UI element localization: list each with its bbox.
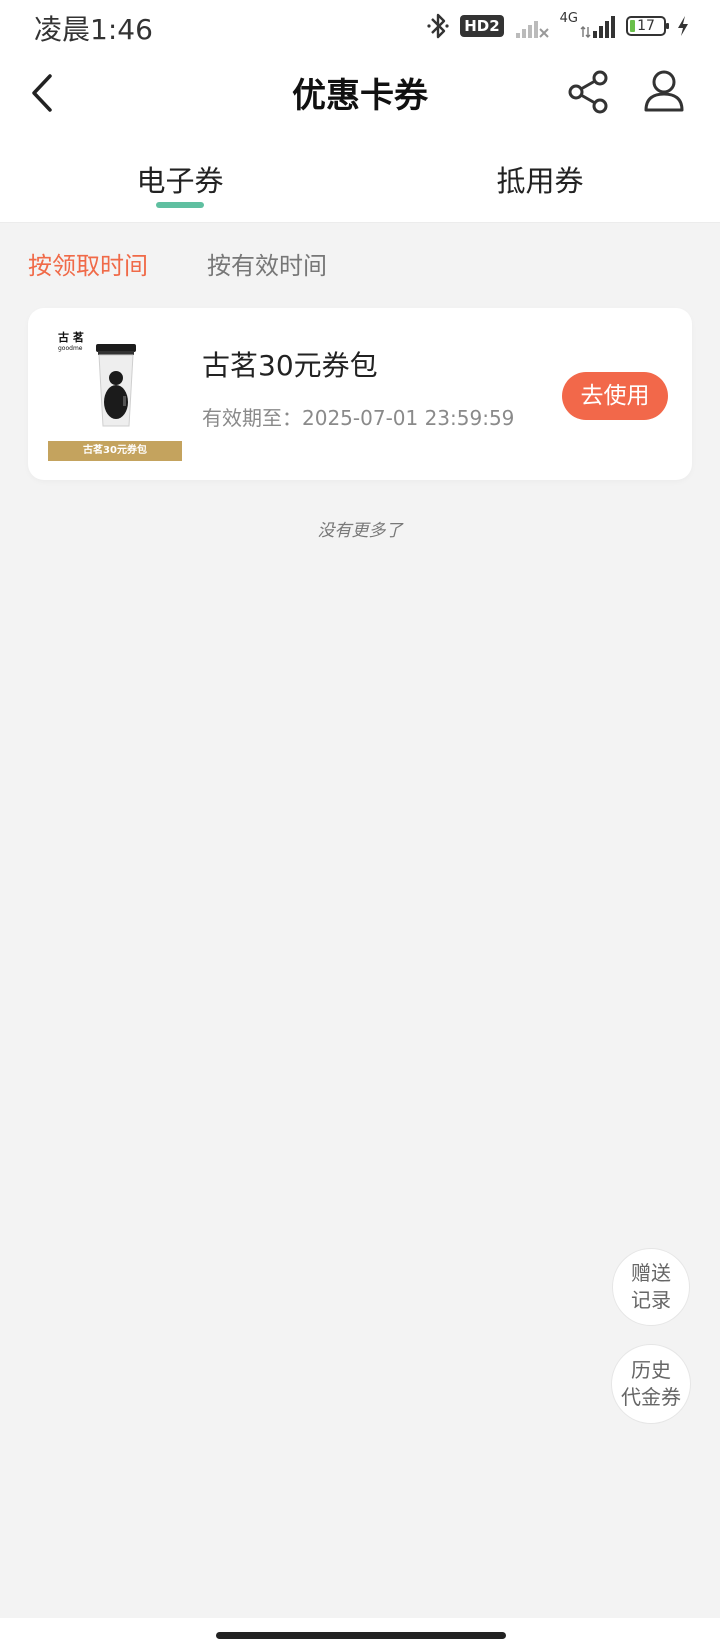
status-icons: HD2 4G 17: [426, 10, 690, 42]
home-indicator[interactable]: [216, 1632, 506, 1639]
network-type: 4G: [559, 10, 578, 26]
tea-cup-image: [96, 344, 136, 427]
battery-icon: 17: [626, 16, 669, 36]
gift-record-line1: 赠送: [631, 1261, 671, 1285]
share-icon[interactable]: [564, 68, 612, 116]
page-title: 优惠卡券: [292, 76, 428, 116]
tab-e-coupon[interactable]: 电子券: [80, 158, 280, 200]
user-icon[interactable]: [640, 66, 688, 116]
thumb-brand-logo: 古 茗: [58, 331, 84, 344]
bottom-gesture-bar: [0, 1618, 720, 1650]
coupon-card[interactable]: 古 茗 goodme 古茗30元券包 古茗30元券包 有效期至：2025-07-…: [28, 308, 692, 480]
coupon-title: 古茗30元券包: [202, 349, 378, 382]
history-voucher-button[interactable]: 历史 代金券: [611, 1344, 691, 1424]
gift-record-line2: 记录: [631, 1288, 671, 1312]
status-bar: 凌晨1:46 HD2 4G 17: [0, 0, 720, 52]
charging-icon: [678, 16, 688, 36]
active-tab-indicator: [156, 202, 204, 208]
hd-badge: HD2: [460, 15, 504, 37]
history-voucher-line2: 代金券: [621, 1385, 681, 1409]
history-voucher-line1: 历史: [631, 1358, 671, 1382]
header: 优惠卡券: [0, 52, 720, 148]
signal-icon-sim1: [515, 21, 549, 38]
use-coupon-button[interactable]: 去使用: [562, 372, 668, 420]
status-time: 凌晨1:46: [34, 13, 153, 46]
sort-by-valid-time[interactable]: 按有效时间: [207, 246, 327, 281]
thumb-brand-en: goodme: [58, 345, 83, 352]
gift-record-button[interactable]: 赠送 记录: [612, 1248, 690, 1326]
battery-level: [630, 20, 635, 32]
coupon-expiry: 有效期至：2025-07-01 23:59:59: [202, 406, 515, 430]
bluetooth-icon: [427, 13, 449, 39]
battery-percent: 17: [637, 18, 655, 34]
signal-icon: [580, 16, 615, 38]
list-end-text: 没有更多了: [317, 521, 403, 541]
coupon-tabs: 电子券 抵用券: [0, 148, 720, 223]
thumb-banner: 古茗30元券包: [48, 441, 182, 461]
sort-bar: 按领取时间 按有效时间: [0, 222, 720, 302]
coupon-thumbnail: 古 茗 goodme 古茗30元券包: [48, 332, 182, 462]
tab-voucher[interactable]: 抵用券: [440, 158, 640, 200]
sort-by-received-time[interactable]: 按领取时间: [28, 246, 148, 281]
